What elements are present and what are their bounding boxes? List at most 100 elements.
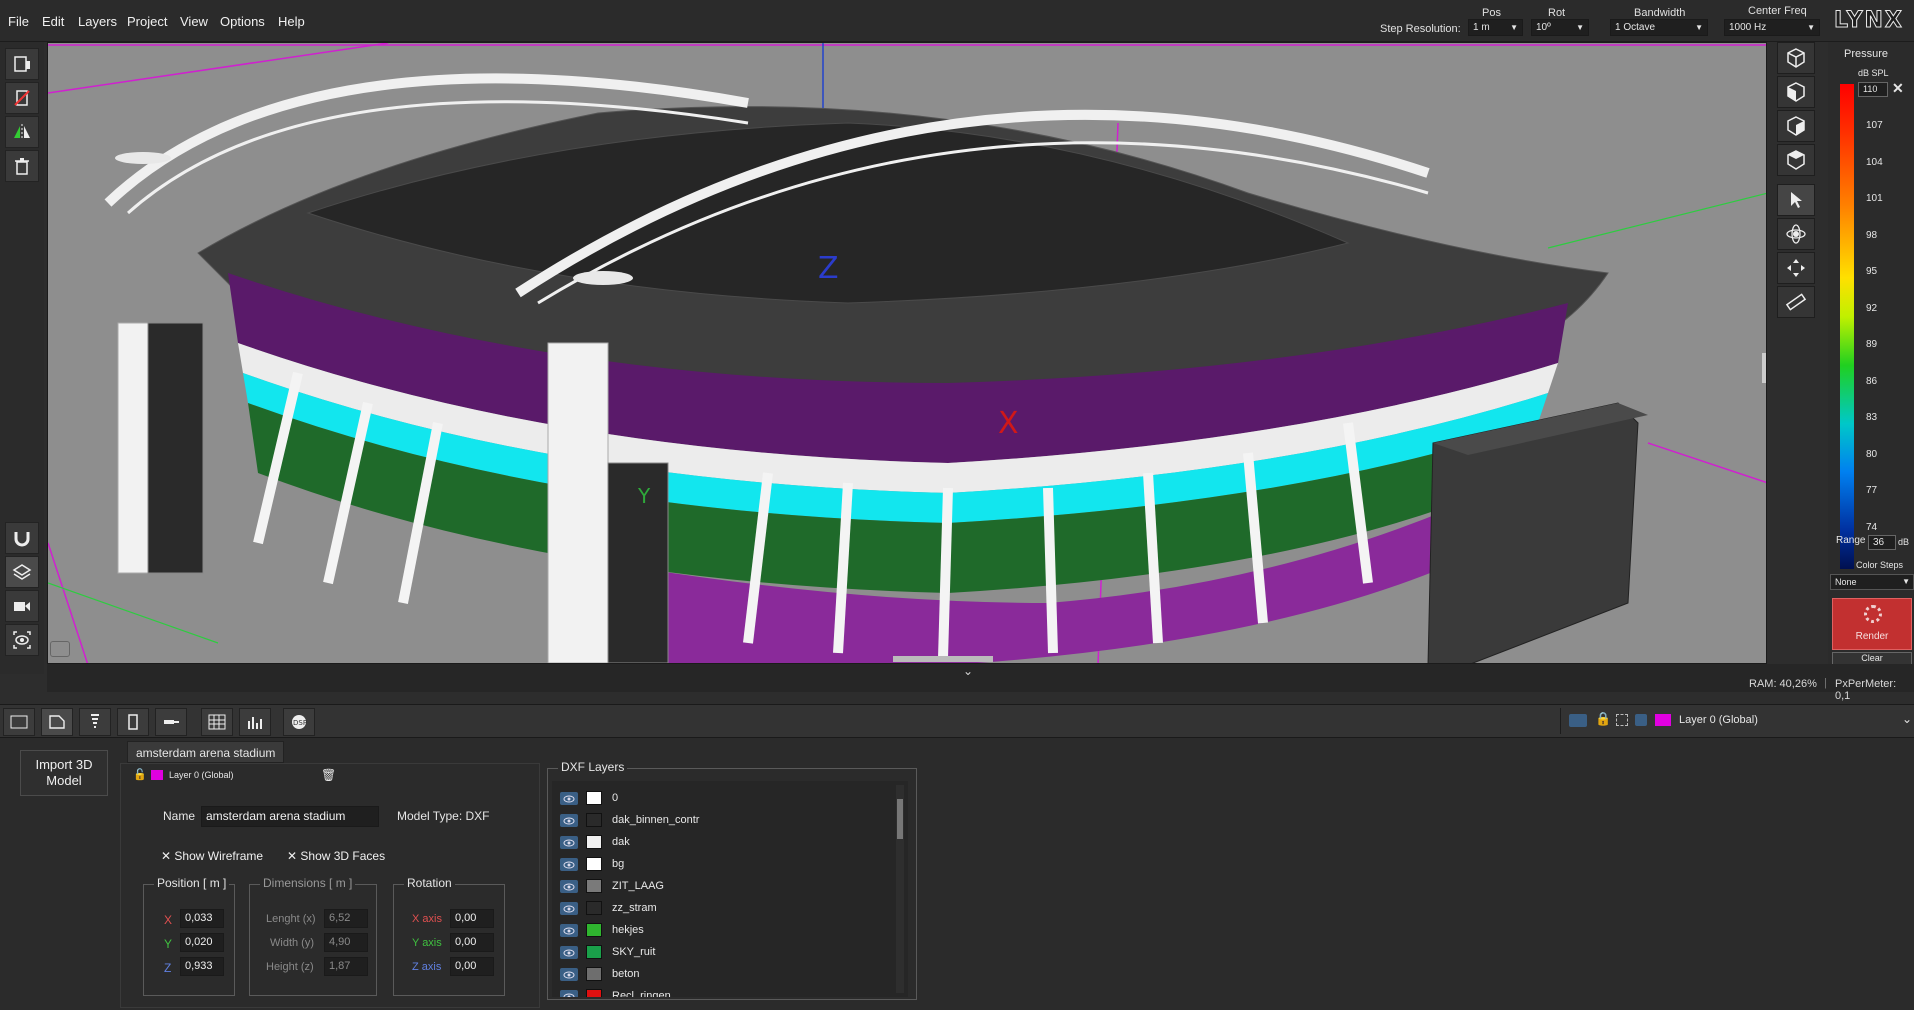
remove-source-button[interactable] [5, 82, 39, 114]
eye-icon[interactable] [560, 880, 578, 893]
layer-color-swatch[interactable] [586, 901, 602, 915]
orbit-tool-button[interactable] [1777, 218, 1815, 250]
render-button[interactable]: Render [1832, 598, 1912, 650]
tab-speaker[interactable] [79, 708, 111, 736]
layer-color-swatch[interactable] [586, 989, 602, 997]
pos-x-input[interactable]: 0,033 [180, 909, 224, 928]
show-wireframe-checkbox[interactable]: ✕ Show Wireframe [161, 849, 263, 863]
layer-color-swatch[interactable] [586, 923, 602, 937]
rot-x-input[interactable]: 0,00 [450, 909, 494, 928]
rot-z-input[interactable]: 0,00 [450, 957, 494, 976]
tab-sub[interactable] [117, 708, 149, 736]
dxf-layer-row[interactable]: Recl_ringen [560, 987, 900, 997]
view-front-button[interactable] [1777, 76, 1815, 108]
menu-project[interactable]: Project [127, 14, 167, 29]
layer-selector[interactable]: 🔒 Layer 0 (Global) ⌄ [1560, 708, 1914, 734]
eye-icon[interactable] [560, 836, 578, 849]
show-faces-checkbox[interactable]: ✕ Show 3D Faces [287, 849, 385, 863]
snap-button[interactable] [5, 522, 39, 554]
tab-3d-model[interactable] [41, 708, 73, 736]
dxf-layers-list[interactable]: 0 dak_binnen_contr dak bg ZIT_LAAG zz_stram he… [552, 781, 908, 997]
dimensions-group: Dimensions [ m ] Lenght (x) 6,52 Width (… [249, 876, 377, 996]
pan-tool-button[interactable] [1777, 252, 1815, 284]
vertical-scrollbar[interactable] [1762, 353, 1766, 383]
menu-options[interactable]: Options [220, 14, 265, 29]
dxf-layer-row[interactable]: 0 [560, 789, 900, 811]
focus-button[interactable] [5, 624, 39, 656]
delete-button[interactable] [5, 150, 39, 182]
dxf-layer-row[interactable]: bg [560, 855, 900, 877]
power-icon[interactable] [1635, 714, 1647, 726]
view-iso-button[interactable] [1777, 42, 1815, 74]
3d-viewport[interactable]: Z X Y [47, 42, 1767, 664]
eye-icon[interactable] [560, 792, 578, 805]
menu-help[interactable]: Help [278, 14, 305, 29]
collapse-chevron-icon[interactable]: ⌄ [963, 664, 973, 678]
eye-icon[interactable] [560, 902, 578, 915]
select-tool-button[interactable] [1777, 184, 1815, 216]
dxf-layer-row[interactable]: beton [560, 965, 900, 987]
layer-color-swatch[interactable] [586, 967, 602, 981]
pos-z-input[interactable]: 0,933 [180, 957, 224, 976]
name-input[interactable]: amsterdam arena stadium [201, 806, 379, 827]
pressure-max-input[interactable]: 110 [1858, 82, 1888, 97]
eye-icon[interactable] [560, 814, 578, 827]
layer-color-swatch[interactable] [586, 879, 602, 893]
menu-file[interactable]: File [8, 14, 29, 29]
rot-y-input[interactable]: 0,00 [450, 933, 494, 952]
eye-icon[interactable] [560, 858, 578, 871]
eye-icon[interactable] [560, 968, 578, 981]
layer-color-swatch[interactable] [586, 835, 602, 849]
lock-icon[interactable]: 🔓 [133, 768, 147, 781]
menu-edit[interactable]: Edit [42, 14, 64, 29]
center-freq-select[interactable]: 1000 Hz ▼ [1724, 19, 1820, 36]
screenshot-camera-icon[interactable] [50, 641, 70, 657]
menu-layers[interactable]: Layers [78, 14, 117, 29]
trash-icon[interactable]: 🗑 [321, 768, 336, 782]
mirror-button[interactable] [5, 116, 39, 148]
lynx-logo: LYNX [1834, 8, 1904, 34]
dxf-layer-row[interactable]: hekjes [560, 921, 900, 943]
tab-project[interactable] [3, 708, 35, 736]
color-steps-select[interactable]: None ▼ [1830, 574, 1914, 590]
add-source-button[interactable] [5, 48, 39, 80]
dxf-scrollbar[interactable] [896, 785, 904, 993]
layer-color-swatch[interactable] [586, 813, 602, 827]
lock-icon[interactable]: 🔒 [1595, 711, 1611, 727]
pos-select[interactable]: 1 m ▼ [1468, 19, 1523, 36]
grid-logo-icon [10, 715, 28, 729]
dxf-scrollbar-thumb[interactable] [897, 799, 903, 839]
dxf-layer-row[interactable]: ZIT_LAAG [560, 877, 900, 899]
dxf-layer-row[interactable]: dak [560, 833, 900, 855]
tab-audience[interactable] [201, 708, 233, 736]
layer-color-swatch[interactable] [586, 791, 602, 805]
dxf-layer-row[interactable]: dak_binnen_contr [560, 811, 900, 833]
measure-tool-button[interactable] [1777, 286, 1815, 318]
layers-button[interactable] [5, 556, 39, 588]
view-top-button[interactable] [1777, 144, 1815, 176]
eye-icon[interactable] [560, 924, 578, 937]
tab-rigging[interactable] [155, 708, 187, 736]
tab-model-amsterdam[interactable]: amsterdam arena stadium [127, 741, 285, 763]
rot-select[interactable]: 10º ▼ [1531, 19, 1589, 36]
eye-icon[interactable] [560, 990, 578, 997]
pos-y-input[interactable]: 0,020 [180, 933, 224, 952]
dxf-layer-row[interactable]: zz_stram [560, 899, 900, 921]
eye-icon[interactable] [560, 946, 578, 959]
tab-analysis[interactable] [239, 708, 271, 736]
dxf-layer-row[interactable]: SKY_ruit [560, 943, 900, 965]
close-icon[interactable]: ✕ [1892, 80, 1904, 97]
eye-icon[interactable] [1569, 714, 1587, 727]
layer-color-swatch[interactable] [586, 857, 602, 871]
view-side-button[interactable] [1777, 110, 1815, 142]
select-box-icon[interactable] [1616, 714, 1628, 726]
horizontal-scrollbar[interactable] [893, 656, 993, 662]
dimensions-title: Dimensions [ m ] [260, 876, 356, 890]
bandwidth-select[interactable]: 1 Octave ▼ [1610, 19, 1708, 36]
import-3d-model-button[interactable]: Import 3D Model [20, 750, 108, 796]
tab-dsp[interactable]: DSP [283, 708, 315, 736]
camera-view-button[interactable] [5, 590, 39, 622]
layer-color-swatch[interactable] [586, 945, 602, 959]
menu-view[interactable]: View [180, 14, 208, 29]
range-input[interactable]: 36 [1868, 535, 1896, 550]
